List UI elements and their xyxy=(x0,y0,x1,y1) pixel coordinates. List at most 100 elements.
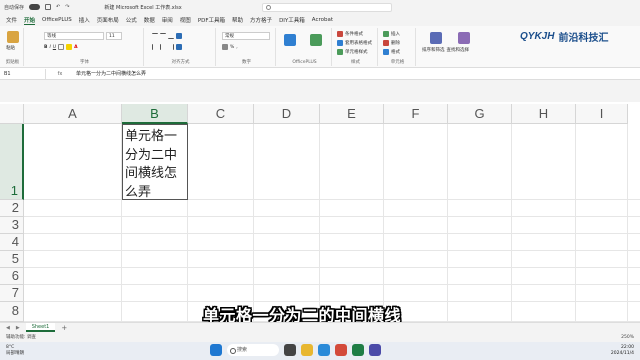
autosave-toggle[interactable] xyxy=(29,4,41,10)
align-left-icon[interactable] xyxy=(152,44,158,50)
menu-item[interactable]: 页面布局 xyxy=(97,16,119,24)
format-button[interactable]: 格式 xyxy=(383,49,400,55)
conditional-format-button[interactable]: 条件格式 xyxy=(337,31,363,37)
table-format-icon xyxy=(337,40,343,46)
menu-item[interactable]: 数据 xyxy=(144,16,155,24)
next-sheet-icon[interactable]: ▶ xyxy=(16,325,20,331)
menu-item[interactable]: 文件 xyxy=(6,16,17,24)
prev-sheet-icon[interactable]: ◀ xyxy=(6,325,10,331)
font-name-select[interactable]: 等线 xyxy=(44,32,104,40)
table-beautify-icon[interactable] xyxy=(284,34,296,46)
table-format-button[interactable]: 套用表格格式 xyxy=(337,40,372,46)
font-size-select[interactable]: 11 xyxy=(106,32,122,40)
column-header[interactable]: A xyxy=(24,104,122,124)
row-header[interactable]: 1 xyxy=(0,124,24,200)
column-header[interactable]: E xyxy=(320,104,384,124)
paste-button[interactable]: 粘贴 xyxy=(6,45,15,51)
align-center-icon[interactable] xyxy=(160,44,166,50)
row-header[interactable]: 3 xyxy=(0,217,24,234)
menu-item[interactable]: 插入 xyxy=(79,16,90,24)
clock[interactable]: 22:00 2024/11/4 xyxy=(611,345,634,357)
bold-button[interactable]: B xyxy=(44,45,47,50)
column-gridline xyxy=(447,124,448,322)
cells-group-label: 单元格 xyxy=(390,60,405,65)
percent-icon[interactable]: % xyxy=(230,45,234,50)
number-format-select[interactable]: 常规 xyxy=(222,32,270,40)
align-right-icon[interactable] xyxy=(168,44,174,50)
column-gridline xyxy=(627,124,628,322)
cell-style-icon xyxy=(337,49,343,55)
row-header[interactable]: 4 xyxy=(0,234,24,251)
underline-button[interactable]: U xyxy=(53,45,56,50)
column-header[interactable]: F xyxy=(384,104,448,124)
row-header[interactable]: 7 xyxy=(0,285,24,302)
sort-filter-icon[interactable] xyxy=(430,32,442,44)
menu-item[interactable]: Acrobat xyxy=(312,17,333,23)
currency-icon[interactable] xyxy=(222,44,228,50)
conditional-format-icon xyxy=(337,31,343,37)
save-icon[interactable] xyxy=(45,4,52,10)
menu-item[interactable]: 公式 xyxy=(126,16,137,24)
formula-input[interactable]: 单元格一分为二中间横线怎么弄 xyxy=(74,70,146,77)
select-all-corner[interactable] xyxy=(0,104,24,124)
column-header[interactable]: G xyxy=(448,104,512,124)
row-header[interactable]: 5 xyxy=(0,251,24,268)
italic-button[interactable]: I xyxy=(49,45,50,50)
find-select-icon[interactable] xyxy=(458,32,470,44)
cell-style-button[interactable]: 单元格样式 xyxy=(337,49,368,55)
table-format-label: 套用表格格式 xyxy=(345,41,372,46)
delete-icon xyxy=(383,40,389,46)
column-header[interactable]: I xyxy=(576,104,628,124)
row-header[interactable]: 8 xyxy=(0,302,24,322)
menu-item[interactable]: DIY工具箱 xyxy=(279,16,305,24)
row-gridline xyxy=(24,284,640,285)
weather-widget[interactable]: 8°C 局部晴朗 xyxy=(0,345,24,357)
column-header[interactable]: B xyxy=(122,104,188,124)
menu-item[interactable]: OfficePLUS xyxy=(42,17,72,23)
task-view-icon[interactable] xyxy=(284,344,296,356)
chart-beautify-icon[interactable] xyxy=(310,34,322,46)
menu-item[interactable]: 开始 xyxy=(24,16,36,25)
fx-icon[interactable]: fx xyxy=(46,71,74,77)
column-header[interactable]: D xyxy=(254,104,320,124)
align-bottom-icon[interactable] xyxy=(168,33,174,39)
align-top-icon[interactable] xyxy=(152,33,158,39)
redo-icon[interactable]: ↷ xyxy=(65,4,69,10)
paste-icon[interactable] xyxy=(7,31,19,43)
insert-button[interactable]: 插入 xyxy=(383,31,400,37)
app-icon-2[interactable] xyxy=(369,344,381,356)
merge-center-icon[interactable] xyxy=(176,44,182,50)
editing-group: 排序和筛选 查找和选择 xyxy=(418,28,518,66)
app-icon[interactable] xyxy=(335,344,347,356)
wrap-text-icon[interactable] xyxy=(176,33,182,39)
sheet-tab[interactable]: Sheet1 xyxy=(25,323,56,332)
delete-button[interactable]: 删除 xyxy=(383,40,400,46)
column-header[interactable]: H xyxy=(512,104,576,124)
name-box[interactable]: B1 xyxy=(0,68,46,79)
align-middle-icon[interactable] xyxy=(160,33,166,39)
comma-icon[interactable]: , xyxy=(236,45,237,50)
taskbar-search[interactable]: 搜索 xyxy=(227,344,279,356)
menu-item[interactable]: 方方格子 xyxy=(250,16,272,24)
excel-icon[interactable] xyxy=(352,344,364,356)
menu-item[interactable]: 帮助 xyxy=(232,16,243,24)
undo-icon[interactable]: ↶ xyxy=(56,4,60,10)
menu-item[interactable]: 审阅 xyxy=(162,16,173,24)
menu-item[interactable]: PDF工具箱 xyxy=(198,16,225,24)
column-header[interactable]: C xyxy=(188,104,254,124)
row-header[interactable]: 6 xyxy=(0,268,24,285)
search-input[interactable] xyxy=(262,3,392,12)
row-header[interactable]: 2 xyxy=(0,200,24,217)
add-sheet-icon[interactable]: + xyxy=(61,324,67,332)
sort-filter-label[interactable]: 排序和筛选 xyxy=(422,47,445,53)
windows-start-icon[interactable] xyxy=(210,344,222,356)
menu-item[interactable]: 视图 xyxy=(180,16,191,24)
edge-icon[interactable] xyxy=(318,344,330,356)
border-icon[interactable] xyxy=(58,44,65,50)
font-color-icon[interactable]: A xyxy=(74,45,77,50)
file-explorer-icon[interactable] xyxy=(301,344,313,356)
active-cell[interactable]: 单元格一分为二中间横线怎么弄 xyxy=(122,124,188,200)
find-select-label[interactable]: 查找和选择 xyxy=(447,47,470,53)
zoom-level[interactable]: 250% xyxy=(621,335,634,340)
fill-color-icon[interactable] xyxy=(66,44,73,50)
